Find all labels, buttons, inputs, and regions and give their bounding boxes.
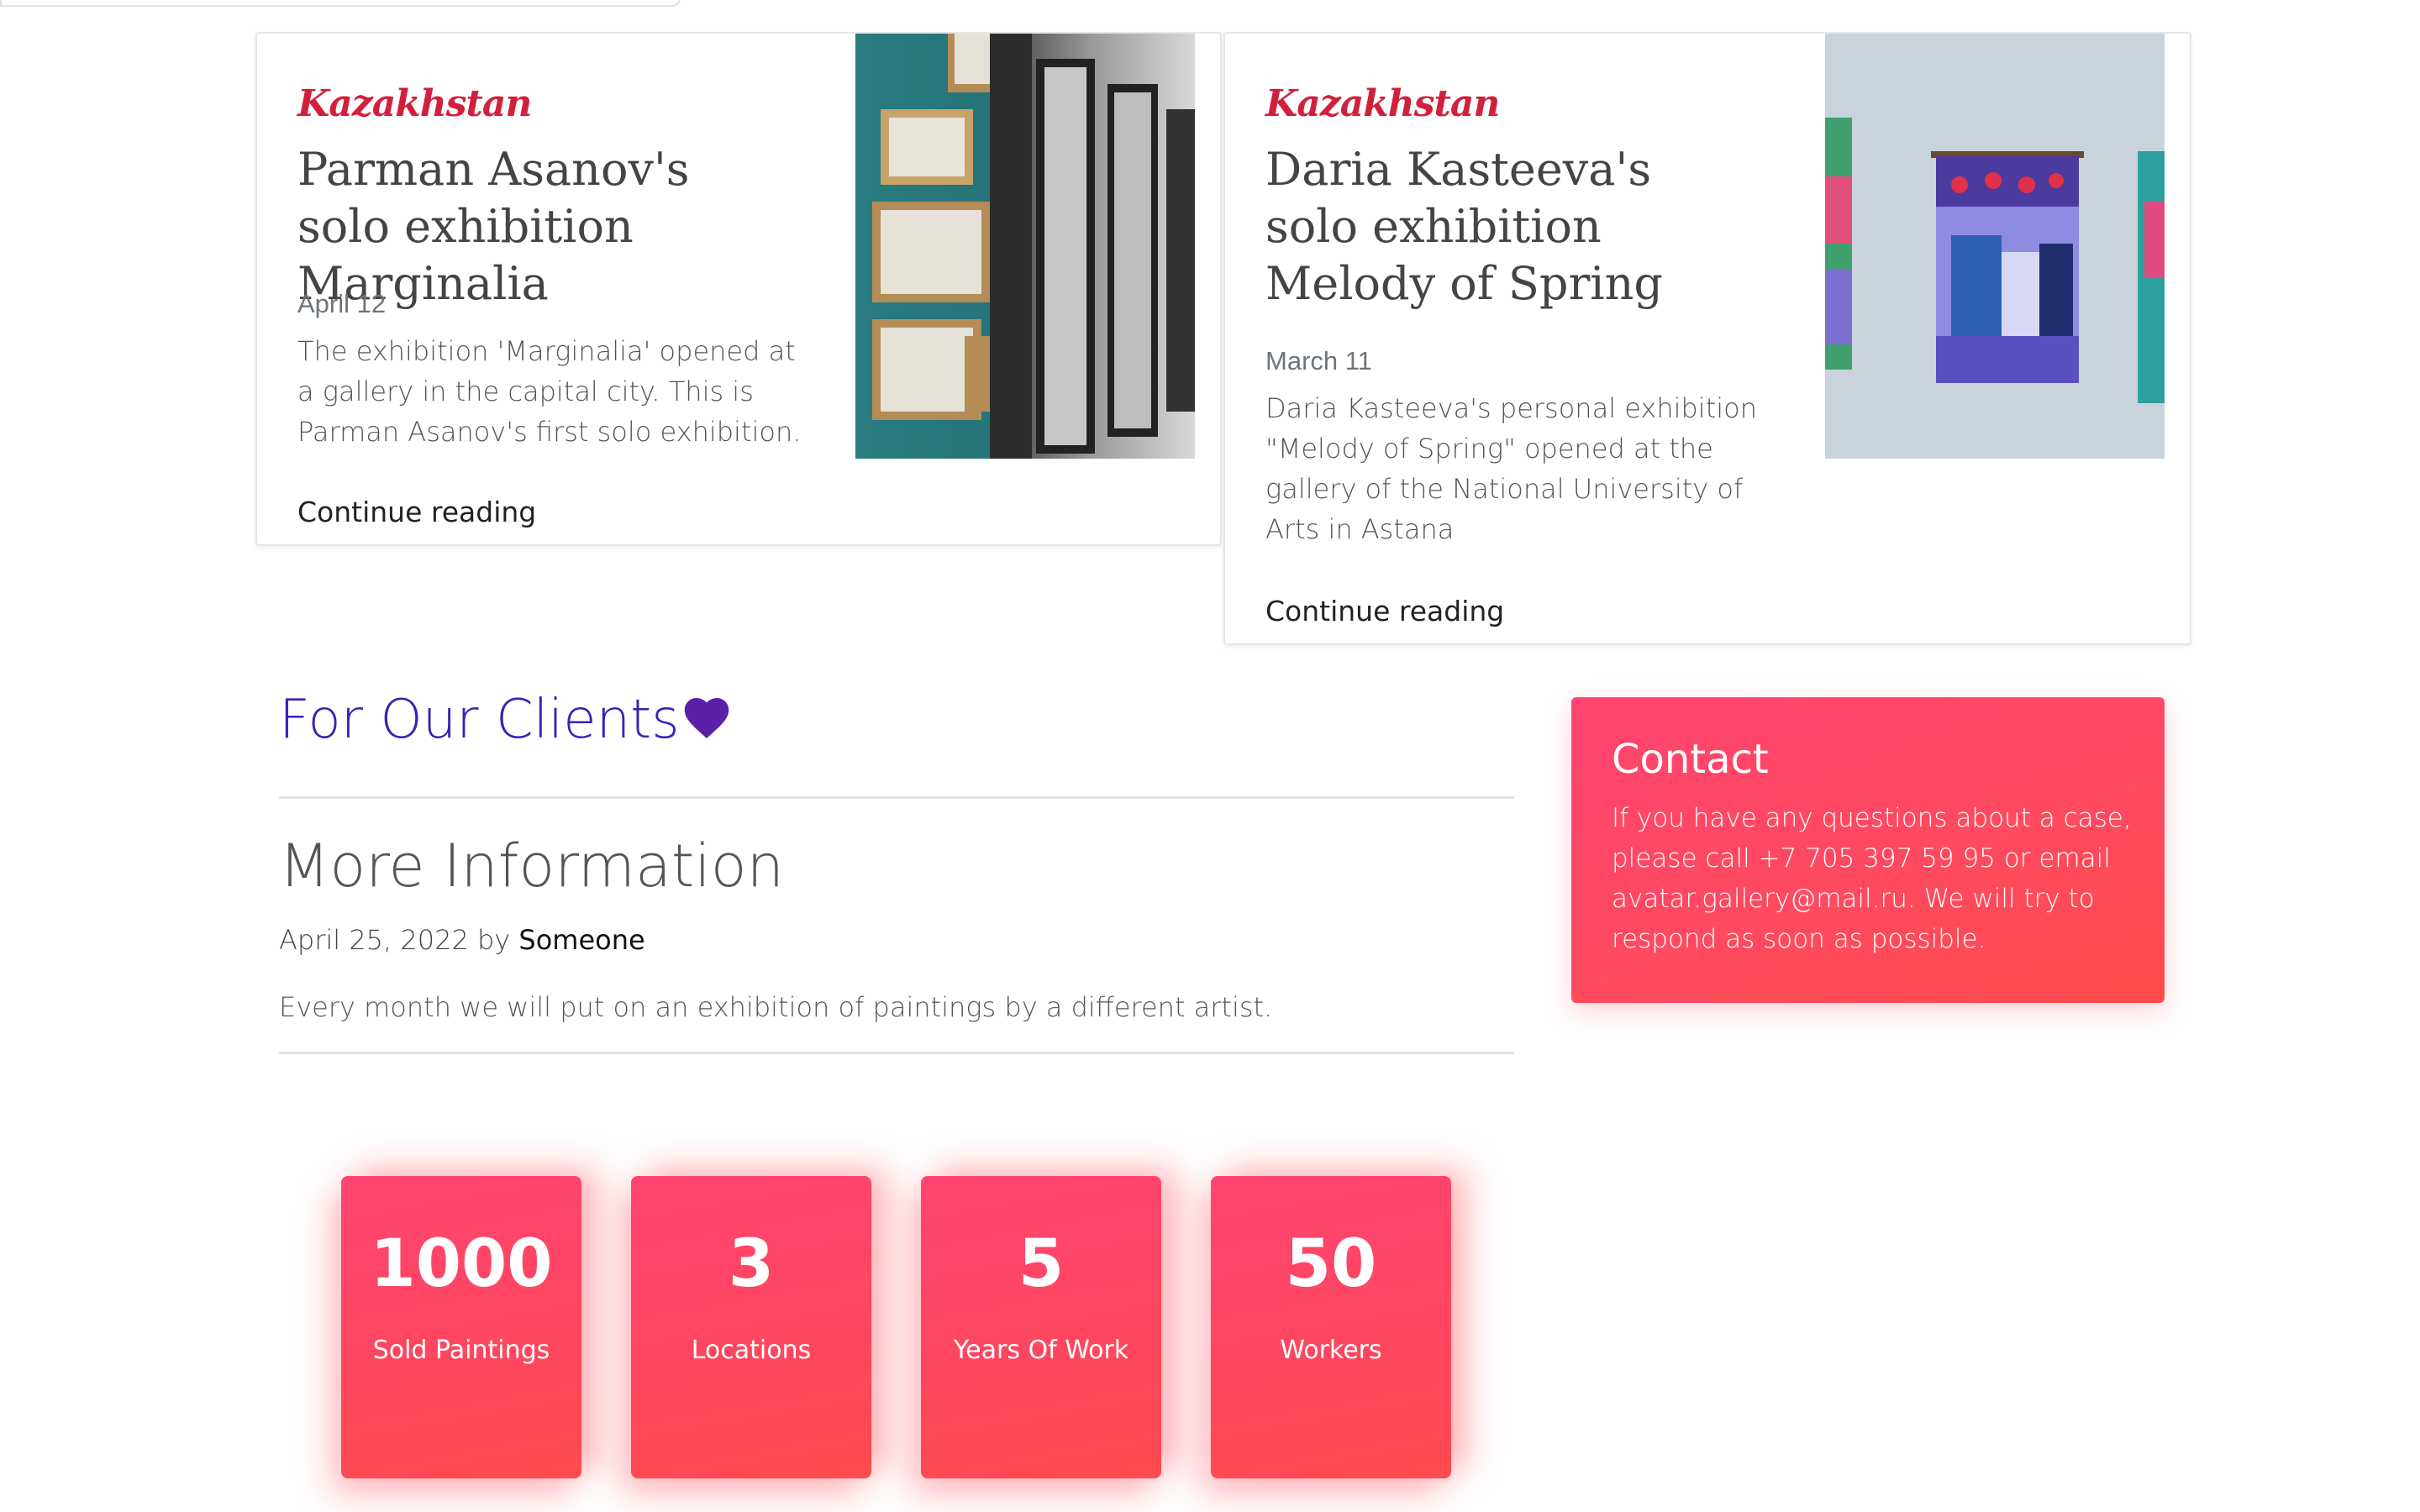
section-title: For Our Clients — [279, 689, 732, 754]
stat-card-paintings: 1000 Sold Paintings — [341, 1176, 581, 1478]
stat-number: 1000 — [370, 1226, 553, 1302]
card-tag: Kazakhstan — [297, 82, 532, 125]
article-card-2: Kazakhstan Daria Kasteeva's solo exhibit… — [1223, 32, 2191, 645]
post-title[interactable]: More Information — [279, 832, 784, 900]
post-author-link[interactable]: Someone — [518, 924, 644, 956]
stat-number: 5 — [1018, 1226, 1065, 1302]
card-title[interactable]: Daria Kasteeva's solo exhibition Melody … — [1265, 141, 1736, 312]
post-description: Every month we will put on an exhibition… — [279, 991, 1273, 1023]
post-by: by — [476, 924, 511, 956]
card-text: Daria Kasteeva's personal exhibition "Me… — [1265, 392, 1757, 545]
article-card-1: Kazakhstan Parman Asanov's solo exhibiti… — [255, 32, 1222, 546]
stat-card-locations: 3 Locations — [631, 1176, 871, 1478]
contact-card: Contact If you have any questions about … — [1571, 697, 2165, 1003]
stat-card-workers: 50 Workers — [1211, 1176, 1451, 1478]
stat-number: 50 — [1285, 1226, 1377, 1302]
post-meta: April 25, 2022 by Someone — [279, 924, 645, 956]
gallery-frames-image — [855, 34, 1195, 459]
stat-label: Sold Paintings — [372, 1336, 550, 1365]
card-title[interactable]: Parman Asanov's solo exhibition Marginal… — [297, 141, 768, 312]
stat-number: 3 — [728, 1226, 775, 1302]
divider — [279, 796, 1514, 799]
continue-reading-link[interactable]: Continue reading — [1265, 595, 1504, 627]
card-date: April 12 — [297, 289, 387, 318]
stat-label: Years Of Work — [953, 1336, 1129, 1365]
post-date: April 25, 2022 — [279, 924, 469, 956]
divider — [279, 1052, 1514, 1054]
top-partial-element — [0, 0, 681, 7]
stat-card-years: 5 Years Of Work — [921, 1176, 1161, 1478]
contact-title: Contact — [1612, 736, 1769, 783]
card-text: The exhibition 'Marginalia' opened at a … — [297, 335, 802, 448]
continue-reading-link[interactable]: Continue reading — [297, 496, 536, 528]
stat-label: Locations — [691, 1336, 812, 1365]
section-title-text: For Our Clients — [279, 689, 680, 751]
stat-label: Workers — [1280, 1336, 1382, 1365]
card-tag: Kazakhstan — [1265, 82, 1500, 125]
contact-text: If you have any questions about a case, … — [1612, 803, 2132, 954]
tapestry-image — [1825, 34, 2165, 459]
card-date: March 11 — [1265, 346, 1372, 375]
heart-icon — [681, 692, 732, 754]
